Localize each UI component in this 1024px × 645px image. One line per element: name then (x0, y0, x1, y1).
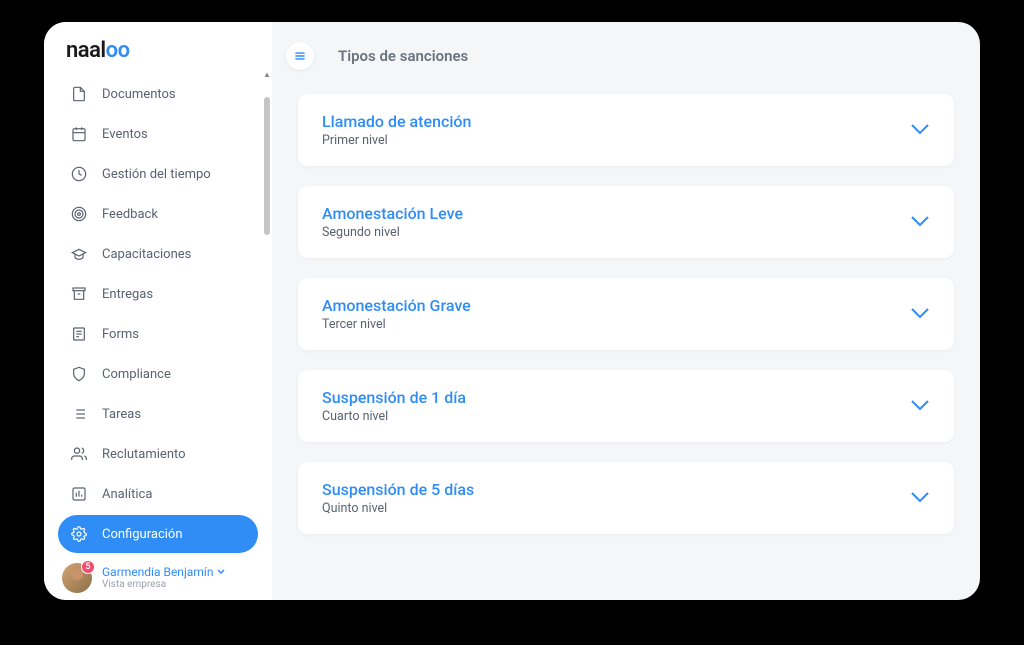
user-block[interactable]: 5 Garmendia Benjamín Vista empresa (44, 555, 272, 593)
nav-list: ▲ Documentos Eventos Gestión del tiempo … (44, 71, 272, 555)
user-info: Garmendia Benjamín Vista empresa (102, 565, 225, 591)
card-subtitle: Primer nivel (322, 133, 471, 148)
gear-icon (70, 525, 88, 543)
sidebar-item-label: Documentos (102, 87, 176, 102)
expand-button[interactable] (910, 396, 930, 416)
sidebar-item-eventos[interactable]: Eventos (58, 115, 258, 153)
expand-button[interactable] (910, 304, 930, 324)
logo: naaloo (44, 38, 272, 71)
document-icon (70, 85, 88, 103)
menu-toggle-button[interactable] (286, 42, 314, 70)
sanction-card[interactable]: Suspensión de 5 días Quinto nivel (298, 462, 954, 534)
target-icon (70, 205, 88, 223)
sidebar-item-analitica[interactable]: Analítica (58, 475, 258, 513)
sidebar-item-label: Compliance (102, 367, 171, 382)
sidebar-item-label: Forms (102, 327, 139, 342)
notification-badge: 5 (81, 560, 95, 574)
logo-part1: naal (66, 38, 106, 63)
card-title: Amonestación Leve (322, 204, 463, 223)
sidebar-item-label: Reclutamiento (102, 447, 186, 462)
topbar: Tipos de sanciones (272, 22, 980, 84)
people-icon (70, 445, 88, 463)
graduation-icon (70, 245, 88, 263)
sidebar-item-label: Tareas (102, 407, 141, 422)
hamburger-icon (293, 49, 307, 63)
main-content: Tipos de sanciones Llamado de atención P… (272, 22, 980, 600)
sanction-card[interactable]: Suspensión de 1 día Cuarto nivel (298, 370, 954, 442)
sidebar-item-documentos[interactable]: Documentos (58, 75, 258, 113)
sidebar-item-configuracion[interactable]: Configuración (58, 515, 258, 553)
sanction-card[interactable]: Amonestación Grave Tercer nivel (298, 278, 954, 350)
content-area: Llamado de atención Primer nivel Amonest… (272, 84, 980, 600)
chevron-down-icon (910, 399, 930, 411)
card-subtitle: Segundo nivel (322, 225, 463, 240)
shield-icon (70, 365, 88, 383)
card-subtitle: Cuarto nivel (322, 409, 466, 424)
card-title: Llamado de atención (322, 112, 471, 131)
chevron-down-icon (217, 569, 225, 575)
sidebar-item-entregas[interactable]: Entregas (58, 275, 258, 313)
sidebar-item-capacitaciones[interactable]: Capacitaciones (58, 235, 258, 273)
sidebar-item-label: Eventos (102, 127, 148, 142)
calendar-icon (70, 125, 88, 143)
user-name-text: Garmendia Benjamín (102, 565, 213, 579)
user-name[interactable]: Garmendia Benjamín (102, 565, 225, 579)
expand-button[interactable] (910, 212, 930, 232)
sanction-card[interactable]: Amonestación Leve Segundo nivel (298, 186, 954, 258)
sidebar-item-compliance[interactable]: Compliance (58, 355, 258, 393)
app-window: naaloo ▲ Documentos Eventos Gestión del … (44, 22, 980, 600)
sidebar-item-forms[interactable]: Forms (58, 315, 258, 353)
sanction-card[interactable]: Llamado de atención Primer nivel (298, 94, 954, 166)
card-text: Amonestación Leve Segundo nivel (322, 204, 463, 240)
chevron-down-icon (910, 215, 930, 227)
card-title: Amonestación Grave (322, 296, 471, 315)
sidebar-item-gestion-tiempo[interactable]: Gestión del tiempo (58, 155, 258, 193)
archive-icon (70, 285, 88, 303)
sidebar-item-label: Analítica (102, 487, 152, 502)
form-icon (70, 325, 88, 343)
analytics-icon (70, 485, 88, 503)
chevron-down-icon (910, 123, 930, 135)
page-title: Tipos de sanciones (338, 47, 468, 65)
card-text: Suspensión de 1 día Cuarto nivel (322, 388, 466, 424)
scrollbar[interactable]: ▲ (264, 71, 270, 351)
clock-icon (70, 165, 88, 183)
sidebar: naaloo ▲ Documentos Eventos Gestión del … (44, 22, 272, 600)
sidebar-item-label: Entregas (102, 287, 153, 302)
sidebar-item-label: Capacitaciones (102, 247, 191, 262)
card-subtitle: Quinto nivel (322, 501, 474, 516)
avatar: 5 (62, 563, 92, 593)
sidebar-item-label: Feedback (102, 207, 158, 222)
card-text: Suspensión de 5 días Quinto nivel (322, 480, 474, 516)
chevron-down-icon (910, 307, 930, 319)
sidebar-item-reclutamiento[interactable]: Reclutamiento (58, 435, 258, 473)
card-subtitle: Tercer nivel (322, 317, 471, 332)
scroll-up-arrow[interactable]: ▲ (263, 71, 271, 79)
tasks-icon (70, 405, 88, 423)
card-title: Suspensión de 5 días (322, 480, 474, 499)
card-text: Amonestación Grave Tercer nivel (322, 296, 471, 332)
expand-button[interactable] (910, 488, 930, 508)
card-text: Llamado de atención Primer nivel (322, 112, 471, 148)
sidebar-item-tareas[interactable]: Tareas (58, 395, 258, 433)
sidebar-item-label: Configuración (102, 527, 183, 542)
card-title: Suspensión de 1 día (322, 388, 466, 407)
user-subtitle: Vista empresa (102, 579, 225, 591)
expand-button[interactable] (910, 120, 930, 140)
chevron-down-icon (910, 491, 930, 503)
scroll-thumb[interactable] (264, 97, 270, 235)
sidebar-item-label: Gestión del tiempo (102, 167, 211, 182)
sidebar-item-feedback[interactable]: Feedback (58, 195, 258, 233)
logo-text: naaloo (66, 38, 130, 63)
logo-part2: oo (106, 38, 130, 63)
